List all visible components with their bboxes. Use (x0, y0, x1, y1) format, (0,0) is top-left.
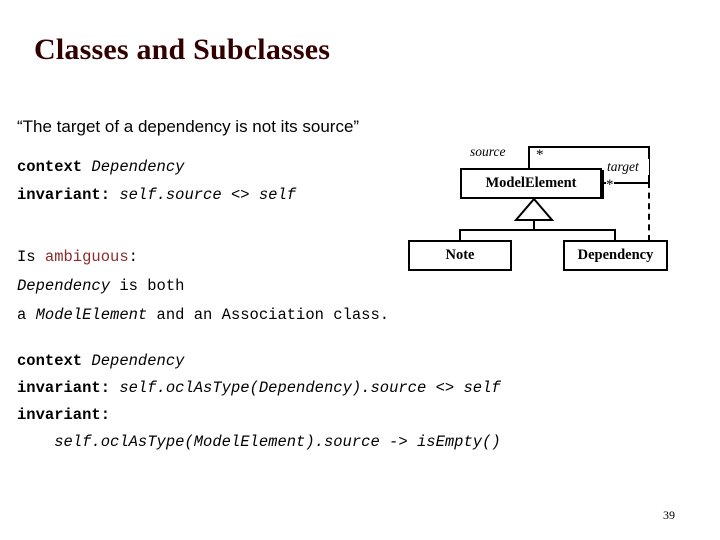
generalization-branch-dependency (614, 229, 616, 241)
assoc-line-bottom-stub (602, 182, 650, 184)
uml-class-modelelement-label: ModelElement (485, 175, 577, 191)
ocl3-invariant-expr-2: self.oclAsType(ModelElement).source -> i… (17, 433, 501, 451)
uml-class-modelelement[interactable]: ModelElement (460, 168, 602, 199)
assoc-role-target-label: target (607, 159, 649, 175)
slide-canvas: Classes and Subclasses “The target of a … (0, 0, 720, 540)
ocl3-line4: self.oclAsType(ModelElement).source -> i… (17, 429, 501, 456)
uml-class-dependency-label: Dependency (577, 247, 654, 263)
page-title: Classes and Subclasses (34, 33, 331, 66)
quote-text: “The target of a dependency is not its s… (17, 117, 360, 136)
assoc-line-left-vertical (528, 146, 530, 170)
ocl-block-1: context Dependency invariant: self.sourc… (17, 153, 296, 209)
generalization-triangle-icon (514, 198, 554, 221)
ocl1-line2: invariant: self.source <> self (17, 181, 296, 209)
ocl2-suffix: : (128, 248, 138, 266)
ocl1-context-keyword: context (17, 158, 92, 176)
ocl3-invariant-keyword-1: invariant: (17, 379, 120, 397)
ocl2-highlight-ambiguous: ambiguous (44, 248, 129, 266)
dependency-dashed-line (648, 182, 650, 241)
ocl1-invariant-expr: self.source <> self (119, 186, 297, 204)
ocl2-prefix: Is (17, 248, 45, 266)
generalization-branch-note (459, 229, 461, 241)
ocl2-line2: Dependency is both (17, 272, 389, 301)
ocl1-context-type: Dependency (91, 158, 185, 176)
ocl2-line3-prefix: a (17, 306, 36, 324)
ocl2-line3: a ModelElement and an Association class. (17, 301, 389, 330)
generalization-stem (533, 220, 535, 231)
assoc-line-top-horizontal (528, 146, 650, 148)
ocl-block-3: context Dependency invariant: self.oclAs… (17, 348, 501, 456)
generalization-crossbar (459, 229, 616, 231)
uml-class-note[interactable]: Note (408, 240, 512, 271)
assoc-multiplicity-source: * (536, 147, 544, 163)
ocl3-invariant-keyword-2: invariant: (17, 406, 111, 424)
ocl3-line1: context Dependency (17, 348, 501, 375)
ocl3-context-type: Dependency (91, 352, 185, 370)
ocl2-line1: Is ambiguous: (17, 243, 389, 272)
ocl2-line3-rest: and an Association class. (147, 306, 390, 324)
assoc-line-right-vertical (648, 146, 650, 184)
ocl-block-2: Is ambiguous: Dependency is both a Model… (17, 243, 389, 330)
assoc-role-source-label: source (470, 144, 506, 160)
ocl2-type-modelelement: ModelElement (35, 306, 148, 324)
assoc-line-target-vertical (602, 170, 604, 199)
ocl2-type-dependency: Dependency (17, 277, 111, 295)
ocl1-invariant-keyword: invariant: (17, 186, 120, 204)
ocl3-invariant-expr-1: self.oclAsType(Dependency).source <> sel… (119, 379, 501, 397)
ocl3-line3: invariant: (17, 402, 501, 429)
ocl2-line2-rest: is both (110, 277, 185, 295)
ocl3-context-keyword: context (17, 352, 92, 370)
uml-class-note-label: Note (445, 247, 475, 263)
ocl3-line2: invariant: self.oclAsType(Dependency).so… (17, 375, 501, 402)
ocl1-line1: context Dependency (17, 153, 296, 181)
page-number: 39 (663, 508, 675, 522)
uml-class-dependency[interactable]: Dependency (563, 240, 668, 271)
assoc-multiplicity-target: * (606, 177, 614, 193)
